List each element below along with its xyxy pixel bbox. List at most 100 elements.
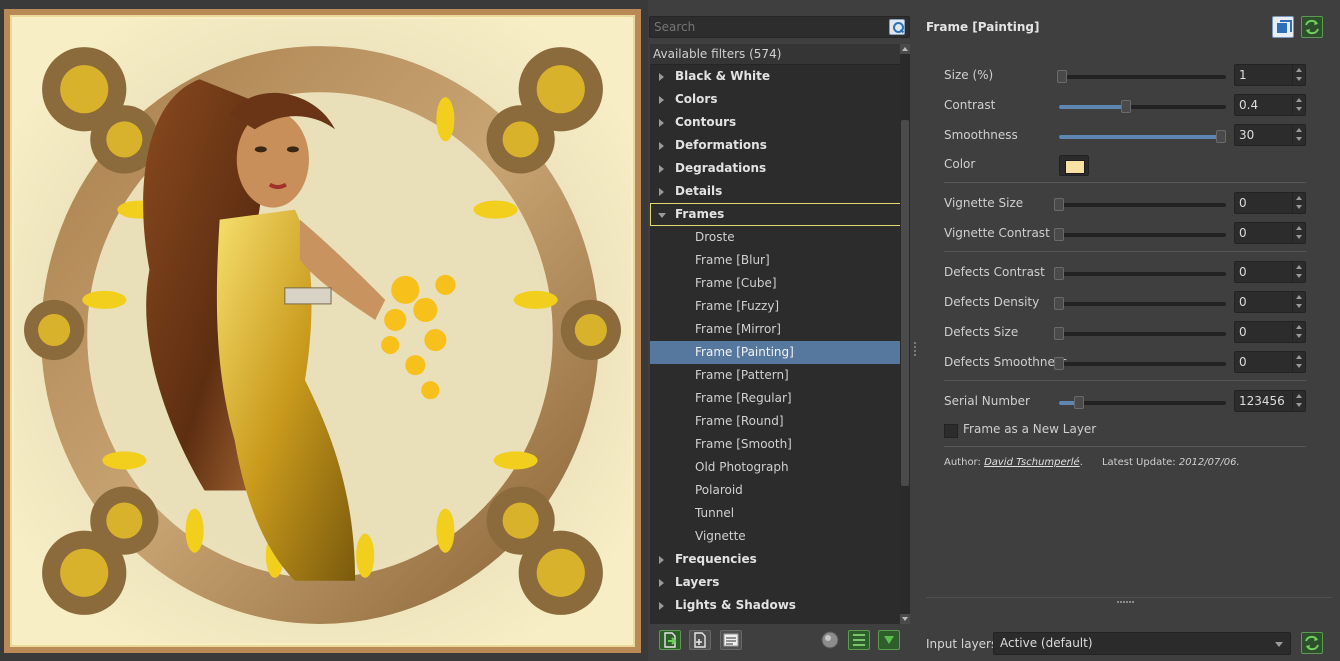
remove-favorite-button[interactable] bbox=[689, 630, 711, 650]
defects-smoothness-spinbox[interactable]: 0 bbox=[1234, 351, 1306, 373]
chevron-right-icon[interactable] bbox=[659, 142, 664, 150]
spinbox-arrows-icon[interactable] bbox=[1292, 322, 1305, 342]
size-slider[interactable] bbox=[1057, 70, 1226, 83]
filter-item-frame-painting[interactable]: Frame [Painting] bbox=[650, 341, 910, 364]
reset-parameters-button[interactable] bbox=[1301, 16, 1323, 38]
filter-item-tunnel[interactable]: Tunnel bbox=[650, 502, 910, 525]
category-frequencies[interactable]: Frequencies bbox=[650, 548, 910, 571]
defects-size-slider[interactable] bbox=[1054, 327, 1226, 340]
serial-number-spinbox[interactable]: 123456 bbox=[1234, 390, 1306, 412]
update-filters-button[interactable] bbox=[878, 630, 900, 650]
search-icon[interactable] bbox=[889, 19, 905, 35]
serial-number-slider[interactable] bbox=[1059, 396, 1226, 409]
chevron-right-icon[interactable] bbox=[659, 96, 664, 104]
param-label: Color bbox=[944, 157, 976, 171]
slider-handle[interactable] bbox=[1054, 228, 1064, 241]
filter-item-vignette[interactable]: Vignette bbox=[650, 525, 910, 548]
scroll-down-arrow-icon[interactable] bbox=[900, 614, 910, 624]
param-size: Size (%) 1 bbox=[918, 64, 1340, 88]
category-deformations[interactable]: Deformations bbox=[650, 134, 910, 157]
add-favorite-button[interactable] bbox=[659, 630, 681, 650]
slider-handle[interactable] bbox=[1054, 327, 1064, 340]
expand-collapse-button[interactable] bbox=[848, 630, 870, 650]
scroll-up-arrow-icon[interactable] bbox=[900, 44, 910, 54]
slider-handle[interactable] bbox=[1054, 198, 1064, 211]
chevron-right-icon[interactable] bbox=[659, 602, 664, 610]
scrollbar-thumb[interactable] bbox=[901, 120, 909, 486]
toggle-visibility-button[interactable] bbox=[820, 630, 842, 650]
spinbox-arrows-icon[interactable] bbox=[1292, 352, 1305, 372]
preview-panel[interactable] bbox=[0, 0, 648, 661]
category-black-white[interactable]: Black & White bbox=[650, 65, 910, 88]
filter-tree[interactable]: Available filters (574) Black & White Co… bbox=[650, 44, 910, 624]
category-lights-shadows[interactable]: Lights & Shadows bbox=[650, 594, 910, 617]
category-degradations[interactable]: Degradations bbox=[650, 157, 910, 180]
chevron-right-icon[interactable] bbox=[659, 73, 664, 81]
category-details[interactable]: Details bbox=[650, 180, 910, 203]
resize-handle-icon[interactable] bbox=[1117, 601, 1135, 603]
defects-contrast-spinbox[interactable]: 0 bbox=[1234, 261, 1306, 283]
filter-item-frame-cube[interactable]: Frame [Cube] bbox=[650, 272, 910, 295]
filter-item-frame-blur[interactable]: Frame [Blur] bbox=[650, 249, 910, 272]
smoothness-spinbox[interactable]: 30 bbox=[1234, 124, 1306, 146]
filter-item-frame-regular[interactable]: Frame [Regular] bbox=[650, 387, 910, 410]
search-input[interactable] bbox=[649, 16, 910, 38]
category-frames[interactable]: Frames bbox=[650, 203, 909, 226]
defects-size-spinbox[interactable]: 0 bbox=[1234, 321, 1306, 343]
spinbox-arrows-icon[interactable] bbox=[1292, 292, 1305, 312]
category-colors[interactable]: Colors bbox=[650, 88, 910, 111]
refresh-preview-button[interactable] bbox=[1301, 632, 1323, 654]
author-link[interactable]: David Tschumperlé bbox=[984, 457, 1080, 468]
category-contours[interactable]: Contours bbox=[650, 111, 910, 134]
filter-item-polaroid[interactable]: Polaroid bbox=[650, 479, 910, 502]
filter-item-old-photograph[interactable]: Old Photograph bbox=[650, 456, 910, 479]
chevron-right-icon[interactable] bbox=[659, 165, 664, 173]
new-layer-checkbox[interactable] bbox=[944, 424, 958, 438]
spinbox-arrows-icon[interactable] bbox=[1292, 262, 1305, 282]
spinbox-arrows-icon[interactable] bbox=[1292, 193, 1305, 213]
contrast-spinbox[interactable]: 0.4 bbox=[1234, 94, 1306, 116]
size-spinbox[interactable]: 1 bbox=[1234, 64, 1306, 86]
defects-density-slider[interactable] bbox=[1054, 297, 1226, 310]
slider-handle[interactable] bbox=[1120, 100, 1131, 113]
vignette-size-spinbox[interactable]: 0 bbox=[1234, 192, 1306, 214]
category-layers[interactable]: Layers bbox=[650, 571, 910, 594]
slider-handle[interactable] bbox=[1054, 267, 1064, 280]
rename-favorite-button[interactable] bbox=[720, 630, 742, 650]
input-layers-select[interactable]: Active (default) bbox=[993, 632, 1291, 655]
defects-smoothness-slider[interactable] bbox=[1054, 357, 1226, 370]
spinbox-arrows-icon[interactable] bbox=[1292, 391, 1305, 411]
slider-handle[interactable] bbox=[1054, 297, 1064, 310]
copy-to-clipboard-button[interactable] bbox=[1272, 16, 1294, 38]
filter-item-frame-pattern[interactable]: Frame [Pattern] bbox=[650, 364, 910, 387]
spinbox-arrows-icon[interactable] bbox=[1292, 95, 1305, 115]
vignette-contrast-spinbox[interactable]: 0 bbox=[1234, 222, 1306, 244]
splitter-handle-icon[interactable] bbox=[914, 342, 916, 358]
tree-scrollbar[interactable] bbox=[900, 44, 910, 624]
smoothness-slider[interactable] bbox=[1059, 130, 1226, 143]
color-swatch-button[interactable] bbox=[1059, 155, 1089, 176]
spinbox-arrows-icon[interactable] bbox=[1292, 223, 1305, 243]
filter-item-droste[interactable]: Droste bbox=[650, 226, 910, 249]
filter-item-frame-smooth[interactable]: Frame [Smooth] bbox=[650, 433, 910, 456]
preview-image[interactable] bbox=[4, 9, 641, 653]
filter-item-frame-mirror[interactable]: Frame [Mirror] bbox=[650, 318, 910, 341]
chevron-right-icon[interactable] bbox=[659, 119, 664, 127]
chevron-right-icon[interactable] bbox=[659, 579, 664, 587]
chevron-down-icon[interactable] bbox=[658, 213, 666, 218]
vignette-size-slider[interactable] bbox=[1054, 198, 1226, 211]
slider-handle[interactable] bbox=[1215, 130, 1226, 143]
spinbox-arrows-icon[interactable] bbox=[1292, 65, 1305, 85]
filter-item-frame-fuzzy[interactable]: Frame [Fuzzy] bbox=[650, 295, 910, 318]
slider-handle[interactable] bbox=[1074, 396, 1085, 409]
contrast-slider[interactable] bbox=[1059, 100, 1226, 113]
slider-handle[interactable] bbox=[1054, 357, 1064, 370]
filter-item-frame-round[interactable]: Frame [Round] bbox=[650, 410, 910, 433]
defects-density-spinbox[interactable]: 0 bbox=[1234, 291, 1306, 313]
spinbox-arrows-icon[interactable] bbox=[1292, 125, 1305, 145]
chevron-right-icon[interactable] bbox=[659, 188, 664, 196]
defects-contrast-slider[interactable] bbox=[1054, 267, 1226, 280]
chevron-right-icon[interactable] bbox=[659, 556, 664, 564]
vignette-contrast-slider[interactable] bbox=[1054, 228, 1226, 241]
slider-handle[interactable] bbox=[1057, 70, 1068, 83]
